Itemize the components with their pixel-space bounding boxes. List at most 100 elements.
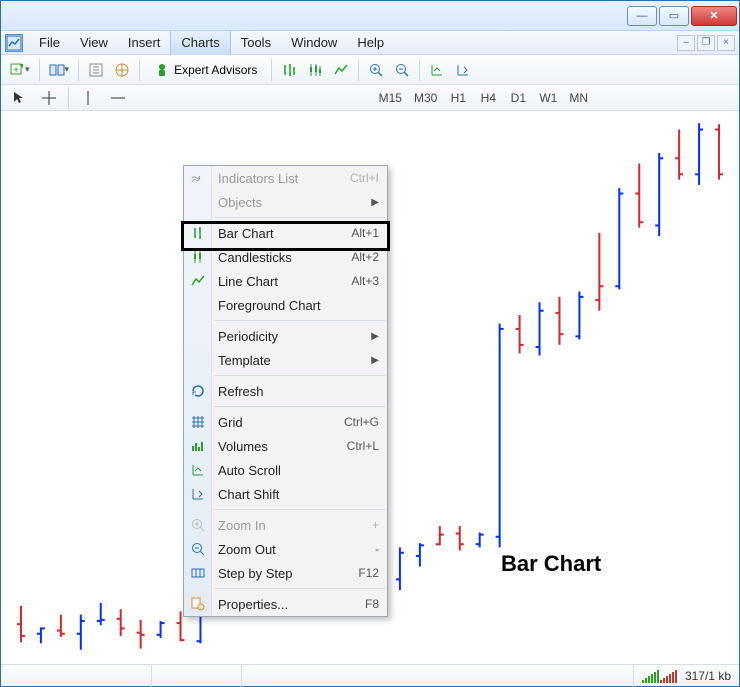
zoom-out-button[interactable] <box>390 58 414 82</box>
menu-item-label: Periodicity <box>218 329 278 344</box>
menu-help[interactable]: Help <box>347 31 394 55</box>
properties-icon <box>189 595 207 613</box>
menu-separator <box>214 375 385 376</box>
profiles-button[interactable]: ▾ <box>45 58 74 82</box>
menu-item-shortcut: - <box>375 542 379 556</box>
menu-item-label: Auto Scroll <box>218 463 281 478</box>
line-chart-button[interactable] <box>329 58 353 82</box>
bar-chart-button[interactable] <box>277 58 301 82</box>
expert-advisors-label: Expert Advisors <box>174 63 257 77</box>
menu-item-shortcut: + <box>372 518 379 532</box>
menu-charts[interactable]: Charts <box>170 31 230 55</box>
window-maximize-button[interactable]: ▭ <box>659 6 689 26</box>
menu-item-template[interactable]: Template ▶ <box>184 348 387 372</box>
candlestick-button[interactable] <box>303 58 327 82</box>
mdi-restore-button[interactable]: ❐ <box>697 35 715 51</box>
app-icon <box>5 34 23 52</box>
navigator-button[interactable] <box>110 58 134 82</box>
menu-item-bar-chart[interactable]: Bar Chart Alt+1 <box>184 221 387 245</box>
menu-item-label: Bar Chart <box>218 226 274 241</box>
zoom-in-button[interactable] <box>364 58 388 82</box>
menu-item-volumes[interactable]: Volumes Ctrl+L <box>184 434 387 458</box>
connection-status: 317/1 kb <box>633 665 739 687</box>
menu-file[interactable]: File <box>29 31 70 55</box>
menu-item-chart-shift[interactable]: Chart Shift <box>184 482 387 506</box>
menu-item-properties[interactable]: Properties...F8 <box>184 592 387 616</box>
window-close-button[interactable]: ✕ <box>691 6 737 26</box>
charts-dropdown: Indicators List Ctrl+I Objects▶ Bar Chart Al… <box>183 165 388 617</box>
cursor-button[interactable] <box>5 88 33 108</box>
hline-button[interactable] <box>104 88 132 108</box>
refresh-icon <box>189 382 207 400</box>
tf-d1[interactable]: D1 <box>504 88 532 108</box>
tf-m15[interactable]: M15 <box>374 88 407 108</box>
menu-separator <box>214 217 385 218</box>
submenu-arrow-icon: ▶ <box>371 355 379 366</box>
chartshift-icon <box>189 485 207 503</box>
menu-item-label: Volumes <box>218 439 268 454</box>
mdi-close-button[interactable]: × <box>717 35 735 51</box>
menu-window[interactable]: Window <box>281 31 347 55</box>
chart-area[interactable]: Bar Chart Indicators List Ctrl+I Objects▶ B… <box>1 111 739 664</box>
connection-bars-icon <box>642 669 677 683</box>
menu-item-candlesticks[interactable]: CandlesticksAlt+2 <box>184 245 387 269</box>
mdi-minimize-button[interactable]: – <box>677 35 695 51</box>
menu-item-label: Foreground Chart <box>218 298 321 313</box>
menu-item-zoom-out[interactable]: Zoom Out - <box>184 537 387 561</box>
zoom-in-icon <box>189 516 207 534</box>
menu-item-indicators-list: Indicators List Ctrl+I <box>184 166 387 190</box>
autoscroll-button[interactable] <box>425 58 449 82</box>
chartshift-button[interactable] <box>451 58 475 82</box>
menu-item-label: Chart Shift <box>218 487 279 502</box>
crosshair-button[interactable] <box>35 88 63 108</box>
new-chart-button[interactable]: +▾ <box>5 58 34 82</box>
step-icon <box>189 564 207 582</box>
menu-insert[interactable]: Insert <box>118 31 171 55</box>
menu-item-refresh[interactable]: Refresh <box>184 379 387 403</box>
menu-item-shortcut: Ctrl+I <box>350 171 379 185</box>
expert-advisors-toggle[interactable]: Expert Advisors <box>145 58 266 82</box>
vline-button[interactable] <box>74 88 102 108</box>
menu-item-periodicity[interactable]: Periodicity▶ <box>184 324 387 348</box>
menu-item-label: Properties... <box>218 597 288 612</box>
menu-item-auto-scroll[interactable]: Auto Scroll <box>184 458 387 482</box>
menu-item-shortcut: Ctrl+G <box>344 415 379 429</box>
tf-mn[interactable]: MN <box>564 88 593 108</box>
menu-item-label: Template <box>218 353 271 368</box>
statusbar: 317/1 kb <box>1 664 739 686</box>
menu-item-foreground-chart[interactable]: Foreground Chart <box>184 293 387 317</box>
autoscroll-icon <box>189 461 207 479</box>
tf-w1[interactable]: W1 <box>534 88 562 108</box>
menu-view[interactable]: View <box>70 31 118 55</box>
menu-separator <box>214 406 385 407</box>
annotation-label: Bar Chart <box>501 551 601 577</box>
bar-chart-icon <box>189 224 207 242</box>
menu-item-shortcut: Alt+1 <box>351 226 379 240</box>
menu-item-label: Indicators List <box>218 171 298 186</box>
menu-item-label: Zoom Out <box>218 542 276 557</box>
market-watch-button[interactable] <box>84 58 108 82</box>
menu-item-shortcut: Alt+3 <box>351 274 379 288</box>
window-minimize-button[interactable]: — <box>627 6 657 26</box>
menu-item-label: Line Chart <box>218 274 278 289</box>
candlestick-icon <box>189 248 207 266</box>
menu-separator <box>214 320 385 321</box>
tf-h1[interactable]: H1 <box>444 88 472 108</box>
menu-item-zoom-in: Zoom In+ <box>184 513 387 537</box>
menu-separator <box>214 588 385 589</box>
menu-item-line-chart[interactable]: Line Chart Alt+3 <box>184 269 387 293</box>
menu-tools[interactable]: Tools <box>231 31 281 55</box>
menu-item-grid[interactable]: GridCtrl+G <box>184 410 387 434</box>
tf-h4[interactable]: H4 <box>474 88 502 108</box>
menu-item-objects: Objects▶ <box>184 190 387 214</box>
svg-text:+: + <box>13 65 19 76</box>
titlebar: — ▭ ✕ <box>1 1 739 31</box>
volumes-icon <box>189 437 207 455</box>
zoom-out-icon <box>189 540 207 558</box>
submenu-arrow-icon: ▶ <box>371 197 379 208</box>
menu-item-step-by-step[interactable]: Step by StepF12 <box>184 561 387 585</box>
menu-item-shortcut: Ctrl+L <box>347 439 379 453</box>
tf-m30[interactable]: M30 <box>409 88 442 108</box>
app-window: — ▭ ✕ File View Insert Charts Tools Wind… <box>0 0 740 687</box>
menu-item-label: Candlesticks <box>218 250 292 265</box>
